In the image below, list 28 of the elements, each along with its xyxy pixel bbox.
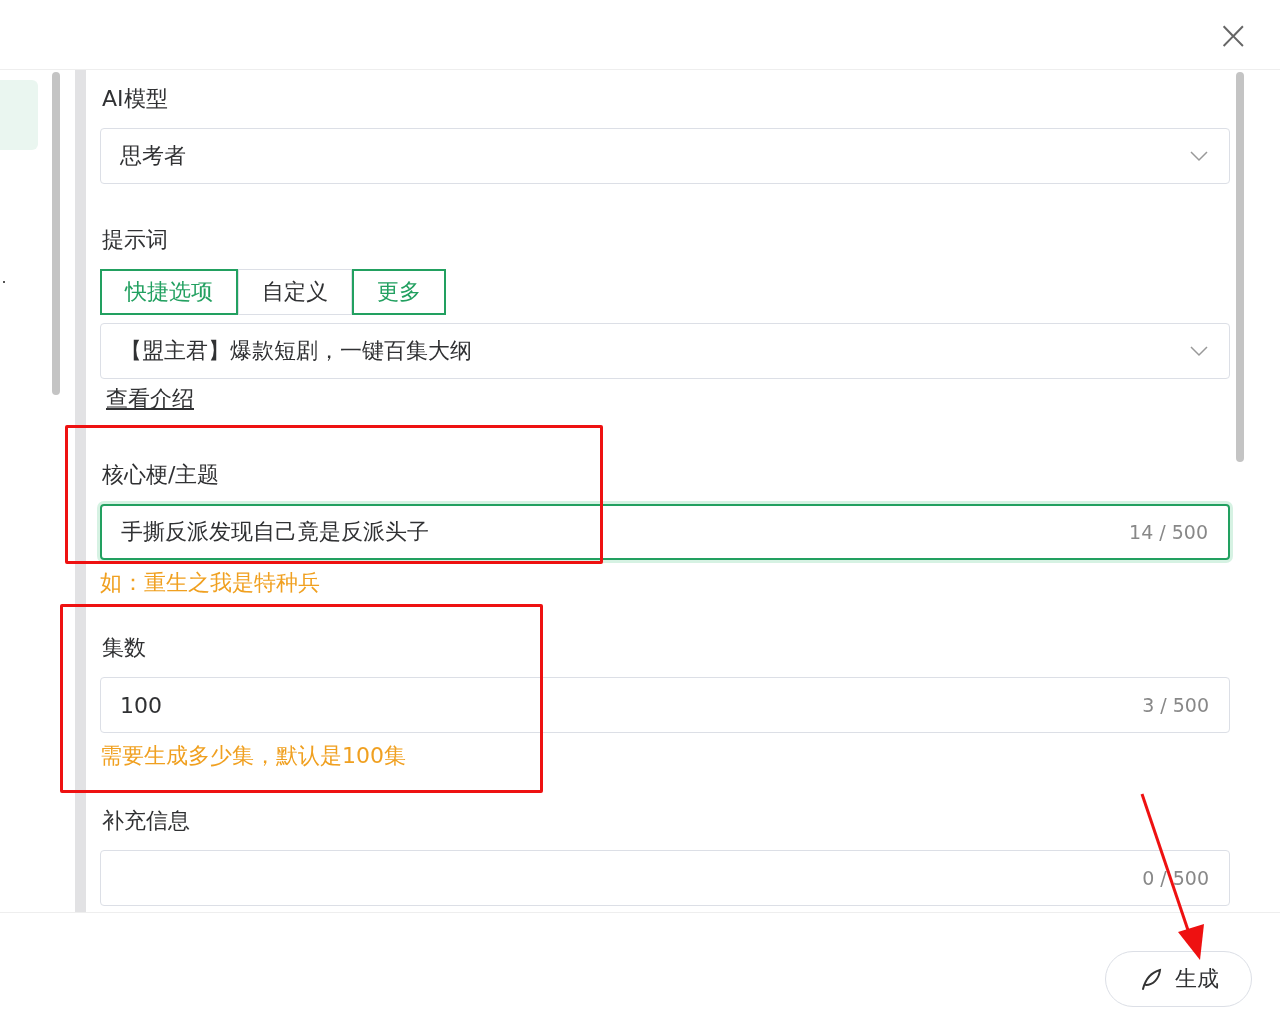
close-button[interactable]: × <box>1216 14 1250 55</box>
field-label: 提示词 <box>101 226 169 254</box>
hint-text: 如：重生之我是特种兵 <box>100 569 321 597</box>
select-value: 【盟主君】爆款短剧，一键百集大纲 <box>120 337 473 365</box>
input-field[interactable]: 100 3 / 500 <box>100 677 1230 733</box>
char-counter: 14 / 500 <box>1129 521 1208 543</box>
scrollbar[interactable] <box>52 72 60 395</box>
field-label: 集数 <box>101 634 147 662</box>
field-label: 补充信息 <box>101 807 191 835</box>
select-field[interactable]: 【盟主君】爆款短剧，一键百集大纲 <box>100 323 1230 379</box>
select-value: 思考者 <box>120 142 187 170</box>
view-intro-link[interactable]: 查看介绍 <box>100 384 194 414</box>
char-counter: 0 / 500 <box>1142 867 1209 889</box>
select-field[interactable]: 思考者 <box>100 128 1230 184</box>
chevron-down-icon <box>1189 150 1209 162</box>
generate-button[interactable]: 生成 <box>1105 951 1252 1007</box>
scrollbar[interactable] <box>1236 72 1244 462</box>
char-counter: 3 / 500 <box>1142 694 1209 716</box>
chevron-down-icon <box>1189 345 1209 357</box>
dot-mark <box>3 281 5 283</box>
field-label: 核心梗/主题 <box>101 461 221 489</box>
input-field[interactable]: 手撕反派发现自己竟是反派头子 14 / 500 <box>100 504 1230 560</box>
tab[interactable]: 自定义 <box>238 269 352 315</box>
input-value: 100 <box>120 692 163 718</box>
input-field[interactable]: 0 / 500 <box>100 850 1230 906</box>
input-value: 手撕反派发现自己竟是反派头子 <box>121 518 430 546</box>
hint-text: 需要生成多少集，默认是100集 <box>100 742 407 770</box>
field-label: AI模型 <box>101 85 169 113</box>
